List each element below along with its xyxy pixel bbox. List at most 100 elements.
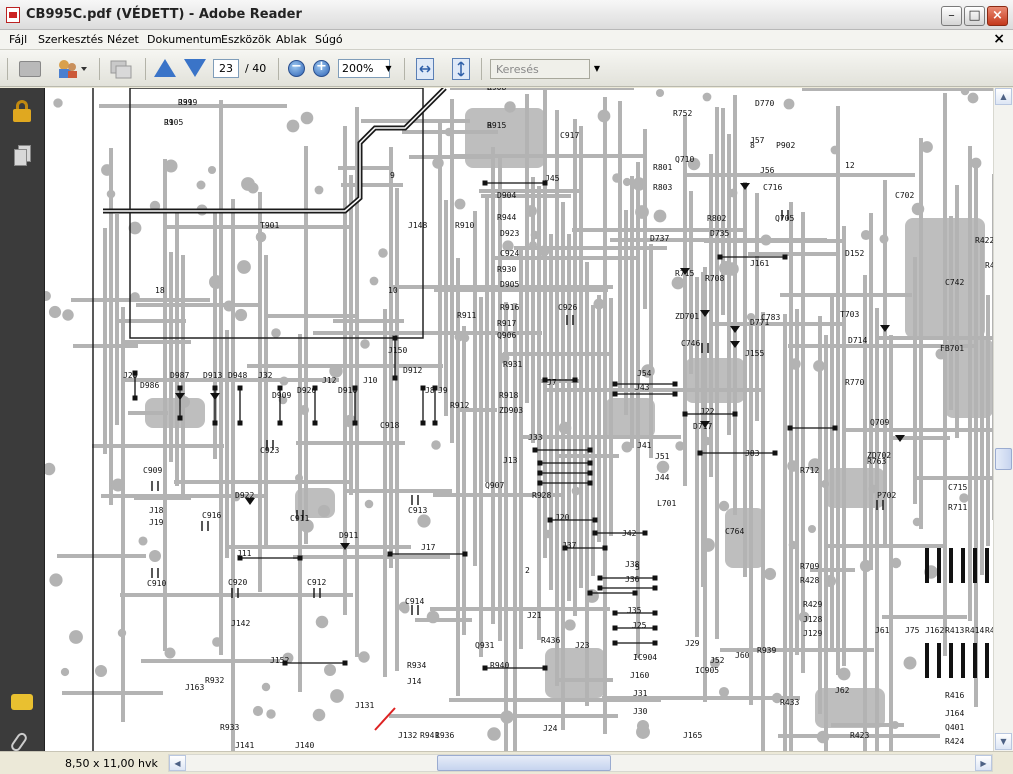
component-label-r933: R933 [220, 723, 239, 732]
scroll-left-button[interactable]: ◀ [169, 755, 186, 771]
document-view[interactable]: R919R905R908R915C917J45D904R944R910D923C… [45, 88, 993, 751]
component-label-d909: D909 [272, 391, 291, 400]
search-dropdown-button[interactable]: ▼ [592, 59, 602, 79]
component-label-r802: R802 [707, 214, 726, 223]
component-label-t901: T901 [260, 221, 279, 230]
menu-window[interactable]: Ablak [276, 33, 307, 46]
lock-icon[interactable] [10, 100, 34, 124]
jumper-pad [642, 530, 648, 536]
via-pad [558, 421, 572, 435]
component-label-r715: R715 [675, 269, 694, 278]
via-pad [48, 305, 62, 319]
component-label-j9: J9 [438, 386, 448, 395]
jumper-pad [782, 254, 788, 260]
component-label-j17: J17 [421, 543, 436, 552]
vertical-scrollbar[interactable]: ▲ ▼ [993, 88, 1013, 751]
via-pad [164, 647, 176, 659]
via-pad [890, 720, 900, 730]
component-label-c923: C923 [260, 446, 279, 455]
diode-symbol [730, 341, 740, 348]
horizontal-scroll-thumb[interactable] [437, 755, 611, 771]
ic-pin [949, 548, 953, 583]
jumper-pad [592, 530, 598, 536]
menu-help[interactable]: Súgó [315, 33, 343, 46]
page-number-input[interactable] [213, 59, 239, 78]
via-pad [530, 230, 540, 240]
jumper-pad [132, 395, 138, 401]
toolbar-separator [278, 58, 279, 80]
jumper-pad [652, 610, 658, 616]
component-label-j60: J60 [735, 651, 750, 660]
copper-pad [145, 398, 205, 428]
component-label-c702: C702 [895, 191, 914, 200]
previous-page-button[interactable] [154, 57, 176, 81]
menu-tools[interactable]: Eszközök [221, 33, 271, 46]
comment-icon[interactable] [11, 694, 33, 710]
zoom-out-icon: − [291, 59, 302, 74]
via-pad [656, 460, 670, 474]
jumper-pad [547, 517, 553, 523]
collaborate-icon [110, 60, 132, 79]
menu-view[interactable]: Nézet [107, 33, 139, 46]
via-pad [247, 182, 259, 194]
via-pad [111, 478, 125, 492]
page-size-label: 8,50 x 11,00 hvk [65, 757, 158, 770]
menu-file[interactable]: Fájl [9, 33, 27, 46]
component-label-j10: J10 [363, 376, 378, 385]
horizontal-scrollbar[interactable]: ◀ ▶ [168, 754, 993, 772]
minimize-button[interactable]: – [941, 6, 962, 26]
via-pad [859, 559, 873, 573]
print-button[interactable] [19, 57, 41, 81]
via-pad [94, 664, 108, 678]
via-pad [967, 92, 979, 104]
jumper-pad [352, 420, 358, 426]
component-label-j19: J19 [149, 518, 164, 527]
fit-page-button[interactable] [452, 58, 470, 80]
ic-pin [937, 548, 941, 583]
menu-edit[interactable]: Szerkesztés [38, 33, 103, 46]
via-pad [504, 101, 516, 113]
jumper-pad [462, 551, 468, 557]
search-input[interactable]: Keresés [490, 59, 590, 79]
jumper-pad [277, 420, 283, 426]
component-label-p902: P902 [776, 141, 795, 150]
page-front [14, 149, 27, 166]
people-menu-button[interactable] [55, 57, 87, 81]
zoom-out-button[interactable]: − [288, 59, 305, 77]
via-pad [101, 164, 113, 176]
maximize-button[interactable]: □ [964, 6, 985, 26]
next-page-button[interactable] [184, 57, 206, 81]
pages-icon[interactable] [10, 144, 34, 168]
collaborate-button[interactable] [108, 57, 134, 81]
scroll-right-button[interactable]: ▶ [975, 755, 992, 771]
jumper-pad [587, 480, 593, 486]
jumper-pad [587, 470, 593, 476]
close-button[interactable]: × [987, 6, 1008, 26]
component-label-r752: R752 [673, 109, 692, 118]
fit-width-button[interactable] [416, 58, 434, 80]
component-label-d905: D905 [500, 280, 519, 289]
jumper-pad [672, 381, 678, 387]
component-label-d911: D911 [339, 531, 358, 540]
component-label-r433: R433 [780, 698, 799, 707]
component-label-t703: T703 [840, 310, 859, 319]
scroll-up-button[interactable]: ▲ [995, 88, 1012, 105]
jumper-pad [612, 381, 618, 387]
component-label-c742: C742 [945, 278, 964, 287]
component-label-r415: R415 [985, 626, 993, 635]
zoom-in-button[interactable]: + [313, 59, 330, 77]
component-label-r708: R708 [705, 274, 724, 283]
vertical-scroll-thumb[interactable] [995, 448, 1012, 470]
component-label-j28: J28 [123, 371, 138, 380]
document-close-button[interactable]: × [993, 31, 1005, 47]
scroll-down-button[interactable]: ▼ [995, 733, 1012, 750]
component-label-j62: J62 [835, 686, 850, 695]
zoom-dropdown-button[interactable]: ▼ [382, 59, 395, 78]
jumper-pad [832, 425, 838, 431]
component-label-d923: D923 [500, 229, 519, 238]
component-label-d948: D948 [228, 371, 247, 380]
menu-document[interactable]: Dokumentum [147, 33, 222, 46]
component-label-j160: J160 [630, 671, 649, 680]
jumper-pad [787, 425, 793, 431]
jumper-pad [732, 411, 738, 417]
